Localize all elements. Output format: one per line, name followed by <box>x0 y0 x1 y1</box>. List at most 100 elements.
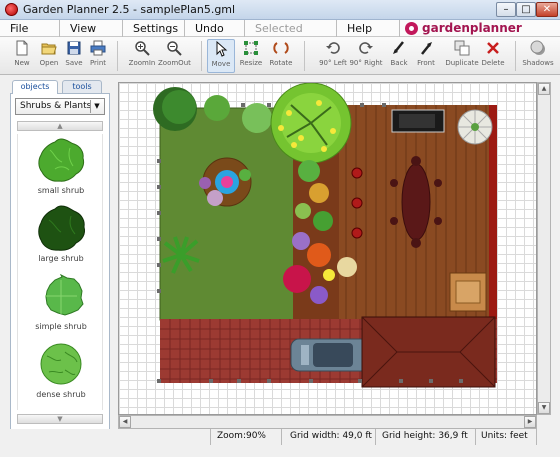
rotate-right-button[interactable]: 90° Right <box>349 39 383 73</box>
shadows-button[interactable]: Shadows <box>522 39 554 73</box>
cursor-arrow-icon <box>216 41 228 57</box>
rotate-button[interactable]: Rotate <box>267 39 295 73</box>
minimize-button[interactable]: – <box>496 2 516 17</box>
menu-file[interactable]: File <box>0 20 60 37</box>
object-panel-body: Shrubs & Plants ▼ ▲ small shrub large sh… <box>10 93 110 435</box>
print-label: Print <box>89 59 107 67</box>
scroll-up-arrow-icon[interactable]: ▲ <box>538 83 550 95</box>
zoom-out-button[interactable]: ZoomOut <box>158 39 191 73</box>
toolbar-separator <box>515 41 516 71</box>
new-document-icon <box>16 40 28 56</box>
brand-mark-icon <box>405 22 418 35</box>
rotate-icon <box>273 42 289 54</box>
menu-undo[interactable]: Undo <box>185 20 245 37</box>
printer-icon <box>90 40 106 56</box>
object-list: small shrub large shrub simple shrub den… <box>17 134 103 410</box>
rotate-left-label: 90° Left <box>319 59 347 67</box>
open-label: Open <box>39 59 59 67</box>
scroll-left-arrow-icon[interactable]: ◀ <box>119 416 131 428</box>
tab-objects[interactable]: objects <box>12 80 58 94</box>
parasol[interactable] <box>457 109 493 145</box>
shadows-icon <box>530 40 545 55</box>
save-disk-icon <box>67 41 81 55</box>
object-large-shrub[interactable]: large shrub <box>18 204 104 270</box>
print-button[interactable]: Print <box>86 39 110 73</box>
close-button[interactable]: ✕ <box>536 2 558 17</box>
simple-shrub-icon <box>45 273 84 316</box>
toolbar-separator <box>201 41 202 71</box>
car[interactable] <box>290 338 372 372</box>
large-shrub-icon <box>38 205 85 251</box>
dense-shrub-icon <box>40 343 82 385</box>
scroll-right-arrow-icon[interactable]: ▶ <box>524 416 536 428</box>
dense-shrub-label: dense shrub <box>36 390 86 399</box>
back-button[interactable]: Back <box>386 39 412 73</box>
status-zoom: Zoom:90% <box>210 429 281 445</box>
large-shrub-label: large shrub <box>38 254 84 263</box>
menu-settings[interactable]: Settings <box>123 20 185 37</box>
list-scroll-up-button[interactable]: ▲ <box>17 121 103 131</box>
garden-plan <box>153 83 497 388</box>
resize-button[interactable]: Resize <box>236 39 266 73</box>
zoom-out-label: ZoomOut <box>158 59 191 67</box>
menu-bar: File View Settings Undo Selected Object … <box>0 20 560 52</box>
brand-name: gardenplanner <box>422 21 522 35</box>
save-button[interactable]: Save <box>62 39 86 73</box>
tree[interactable] <box>270 83 352 164</box>
status-grid-width: Grid width: 49,0 ft <box>281 429 375 445</box>
front-label: Front <box>417 59 435 67</box>
horizontal-scrollbar[interactable]: ◀ ▶ <box>118 415 537 429</box>
deck-lounger[interactable] <box>449 272 487 312</box>
new-label: New <box>14 59 30 67</box>
delete-x-icon <box>487 42 499 54</box>
rotate-left-icon <box>326 42 340 54</box>
delete-button[interactable]: Delete <box>480 39 506 73</box>
object-panel: objects tools Shrubs & Plants ▼ ▲ small … <box>10 80 110 435</box>
object-simple-shrub[interactable]: simple shrub <box>18 272 104 338</box>
open-folder-icon <box>41 43 57 55</box>
status-grid-height: Grid height: 36,9 ft <box>375 429 475 445</box>
maximize-button[interactable]: □ <box>516 2 536 17</box>
menu-help[interactable]: Help <box>337 20 400 37</box>
category-value: Shrubs & Plants <box>20 101 92 111</box>
front-button[interactable]: Front <box>413 39 439 73</box>
rotate-left-button[interactable]: 90° Left <box>316 39 350 73</box>
duplicate-icon <box>454 40 470 56</box>
app-icon <box>5 3 18 16</box>
barbecue-grill[interactable] <box>391 109 445 133</box>
vertical-scrollbar[interactable]: ▲ ▼ <box>537 82 551 415</box>
rotate-right-label: 90° Right <box>349 59 383 67</box>
tab-tools[interactable]: tools <box>62 80 102 93</box>
duplicate-label: Duplicate <box>445 59 479 67</box>
open-button[interactable]: Open <box>36 39 62 73</box>
resize-handles-icon <box>244 41 258 55</box>
duplicate-button[interactable]: Duplicate <box>444 39 480 73</box>
garden-canvas[interactable] <box>118 82 537 415</box>
delete-label: Delete <box>481 59 505 67</box>
category-dropdown[interactable]: Shrubs & Plants ▼ <box>15 98 105 115</box>
rotate-label: Rotate <box>269 59 293 67</box>
back-label: Back <box>390 59 408 67</box>
move-label: Move <box>211 60 231 68</box>
small-shrub-label: small shrub <box>37 186 85 195</box>
window-title: Garden Planner 2.5 - samplePlan5.gml <box>23 3 236 16</box>
move-button[interactable]: Move <box>207 39 235 73</box>
object-small-shrub[interactable]: small shrub <box>18 136 104 202</box>
resize-label: Resize <box>239 59 263 67</box>
object-dense-shrub[interactable]: dense shrub <box>18 340 104 406</box>
status-bar: Zoom:90% Grid width: 49,0 ft Grid height… <box>0 429 560 457</box>
bring-front-icon <box>421 42 432 55</box>
scroll-down-arrow-icon[interactable]: ▼ <box>538 402 550 414</box>
garage-roof[interactable] <box>361 316 496 388</box>
list-scroll-down-button[interactable]: ▼ <box>17 414 103 424</box>
simple-shrub-label: simple shrub <box>35 322 87 331</box>
toolbar-separator <box>117 41 118 71</box>
menu-selected-object[interactable]: Selected Object <box>245 20 337 52</box>
title-bar: Garden Planner 2.5 - samplePlan5.gml – □… <box>0 0 560 20</box>
new-button[interactable]: New <box>8 39 36 73</box>
zoom-in-button[interactable]: ZoomIn <box>126 39 158 73</box>
toolbar: New Open Save Print ZoomIn ZoomOut Move … <box>0 37 560 75</box>
chevron-down-icon[interactable]: ▼ <box>90 100 103 113</box>
menu-view[interactable]: View <box>60 20 123 37</box>
shadows-label: Shadows <box>522 59 554 67</box>
